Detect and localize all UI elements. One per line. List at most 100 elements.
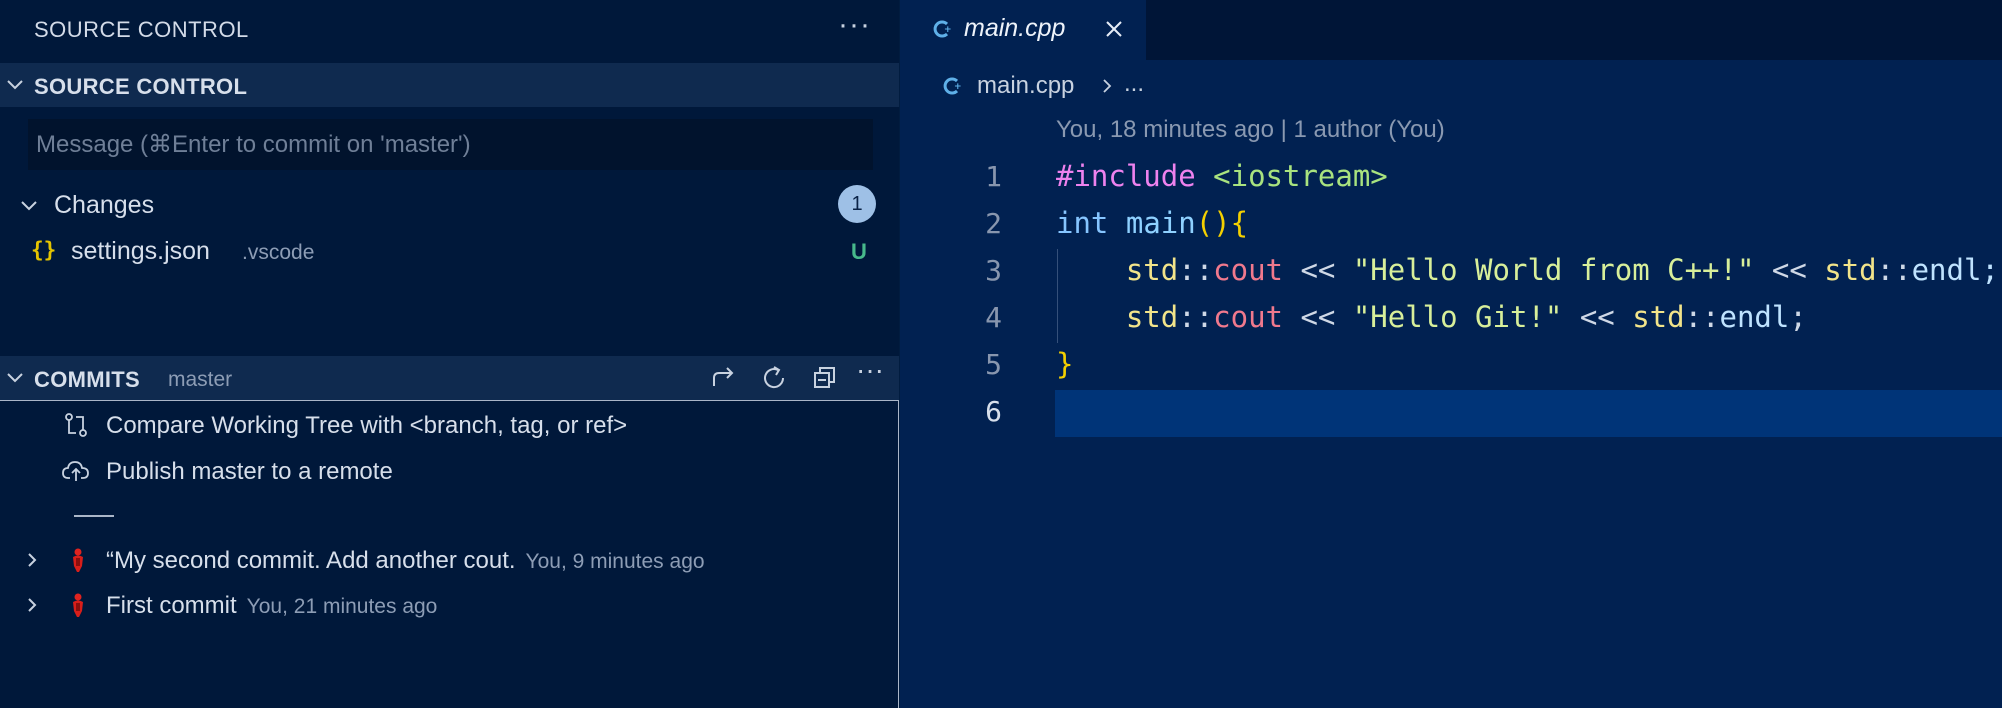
commit-message-field[interactable] <box>28 119 873 170</box>
commit-meta: You, 9 minutes ago <box>525 550 705 573</box>
compare-changes-icon <box>65 413 87 437</box>
svg-text:+: + <box>954 82 962 92</box>
code-editor: + main.cpp + main.cpp ... You, 18 minute… <box>900 0 2002 708</box>
code-token: :: <box>1684 300 1720 334</box>
code-token: cout <box>1213 300 1283 334</box>
svg-text:+: + <box>944 25 952 35</box>
refresh-icon[interactable] <box>760 364 790 392</box>
collapse-all-icon[interactable] <box>810 364 840 392</box>
code-token: std <box>1125 300 1179 334</box>
code-token: << <box>1562 300 1633 334</box>
code-token: int <box>1056 206 1109 240</box>
breadcrumb-file[interactable]: main.cpp <box>977 72 1074 100</box>
close-icon[interactable] <box>1102 17 1126 41</box>
commit-item[interactable]: “My second commit. Add another cout. You,… <box>0 538 899 580</box>
line-source: } <box>1056 347 1073 381</box>
code-token: << <box>1754 253 1825 287</box>
editor-tab-bar: + main.cpp <box>900 0 2002 60</box>
line-source: std::cout << "Hello Git!" << std::endl; <box>1056 300 1807 334</box>
code-token: "Hello Git!" <box>1352 300 1563 334</box>
sidebar-title-bar: SOURCE CONTROL ··· <box>0 0 899 60</box>
line-source: std::cout << "Hello World from C++!" << … <box>1056 253 1999 287</box>
tab-label: main.cpp <box>964 14 1066 42</box>
separator <box>74 515 114 517</box>
line-number: 3 <box>985 254 1002 287</box>
changed-file-item[interactable]: {} settings.json .vscode U <box>0 232 899 272</box>
active-line-highlight <box>1055 390 2002 437</box>
line-number: 1 <box>985 160 1002 193</box>
section-title: SOURCE CONTROL <box>34 74 248 99</box>
chevron-down-icon <box>21 201 37 211</box>
code-token: :: <box>1178 253 1214 287</box>
chevron-right-icon[interactable] <box>24 552 40 568</box>
changes-group[interactable]: Changes 1 <box>0 185 899 225</box>
commit-meta: You, 21 minutes ago <box>246 595 438 618</box>
code-token: std <box>1125 253 1179 287</box>
tab-main-cpp[interactable]: + main.cpp <box>900 0 1146 60</box>
code-token: "Hello World from C++!" <box>1352 253 1755 287</box>
item-label: Compare Working Tree with <branch, tag, … <box>106 412 628 439</box>
untracked-status-badge: U <box>851 239 867 264</box>
code-token: << <box>1283 253 1353 287</box>
code-token: :: <box>1178 300 1214 334</box>
commit-message-input[interactable] <box>28 119 873 170</box>
file-folder: .vscode <box>242 241 315 264</box>
code-token: <iostream> <box>1213 159 1388 193</box>
compare-icon[interactable] <box>710 364 740 392</box>
code-token: { <box>1230 206 1249 240</box>
publish-branch-item[interactable]: Publish master to a remote <box>0 449 899 491</box>
section-title: COMMITS <box>34 367 140 392</box>
branch-name: master <box>168 368 233 391</box>
commit-author-avatar-icon <box>73 548 83 572</box>
cpp-file-icon: + <box>933 20 952 38</box>
commit-author-avatar-icon <box>73 593 83 617</box>
chevron-down-icon <box>7 373 23 383</box>
chevron-right-icon <box>1103 79 1112 93</box>
chevron-right-icon[interactable] <box>24 597 40 613</box>
chevron-down-icon <box>7 80 23 90</box>
code-token: std <box>1632 300 1685 334</box>
more-actions-icon[interactable]: ··· <box>838 8 871 42</box>
code-line[interactable]: 6 <box>900 390 2002 437</box>
code-token: cout <box>1213 253 1283 287</box>
json-file-icon: {} <box>31 238 57 262</box>
code-token: #include <box>1056 159 1196 193</box>
code-line[interactable]: 2 int main(){ <box>900 202 2002 249</box>
git-blame-annotation[interactable]: You, 18 minutes ago | 1 author (You) <box>1056 116 1445 144</box>
code-token: ; <box>1789 300 1807 334</box>
code-token: std <box>1824 253 1877 287</box>
more-actions-icon[interactable]: ··· <box>856 354 886 385</box>
line-source: int main(){ <box>1056 206 1248 240</box>
item-label: Publish master to a remote <box>106 458 393 485</box>
source-control-section-header[interactable]: SOURCE CONTROL <box>0 63 899 107</box>
line-number: 5 <box>985 348 1002 381</box>
code-token: endl <box>1719 300 1790 334</box>
code-line[interactable]: 4 std::cout << "Hello Git!" << std::endl… <box>900 296 2002 343</box>
code-token: () <box>1195 206 1231 240</box>
file-name: settings.json <box>71 237 210 265</box>
source-control-sidebar: SOURCE CONTROL ··· SOURCE CONTROL Change… <box>0 0 899 708</box>
code-line[interactable]: 3 std::cout << "Hello World from C++!" <… <box>900 249 2002 296</box>
commits-section-header[interactable]: COMMITS master ··· <box>0 354 899 400</box>
commit-message: First commit You, 21 minutes ago <box>106 592 438 619</box>
cpp-file-icon: + <box>943 77 962 95</box>
line-number: 4 <box>985 301 1002 334</box>
breadcrumb-more[interactable]: ... <box>1124 70 1144 98</box>
code-token: } <box>1056 347 1074 381</box>
code-token: main <box>1125 206 1196 240</box>
line-source: #include <iostream> <box>1056 159 1388 193</box>
code-line[interactable]: 5} <box>900 343 2002 390</box>
breadcrumb: + main.cpp ... <box>900 68 2002 102</box>
compare-working-tree-item[interactable]: Compare Working Tree with <branch, tag, … <box>0 403 899 445</box>
code-token: << <box>1283 300 1353 334</box>
code-line[interactable]: 1 #include <iostream> <box>900 155 2002 202</box>
commit-item[interactable]: First commit You, 21 minutes ago <box>0 583 899 625</box>
commit-message: “My second commit. Add another cout. You,… <box>106 547 705 574</box>
line-number: 6 <box>985 395 1002 428</box>
cloud-upload-icon <box>62 461 89 481</box>
sidebar-title: SOURCE CONTROL <box>34 17 249 42</box>
